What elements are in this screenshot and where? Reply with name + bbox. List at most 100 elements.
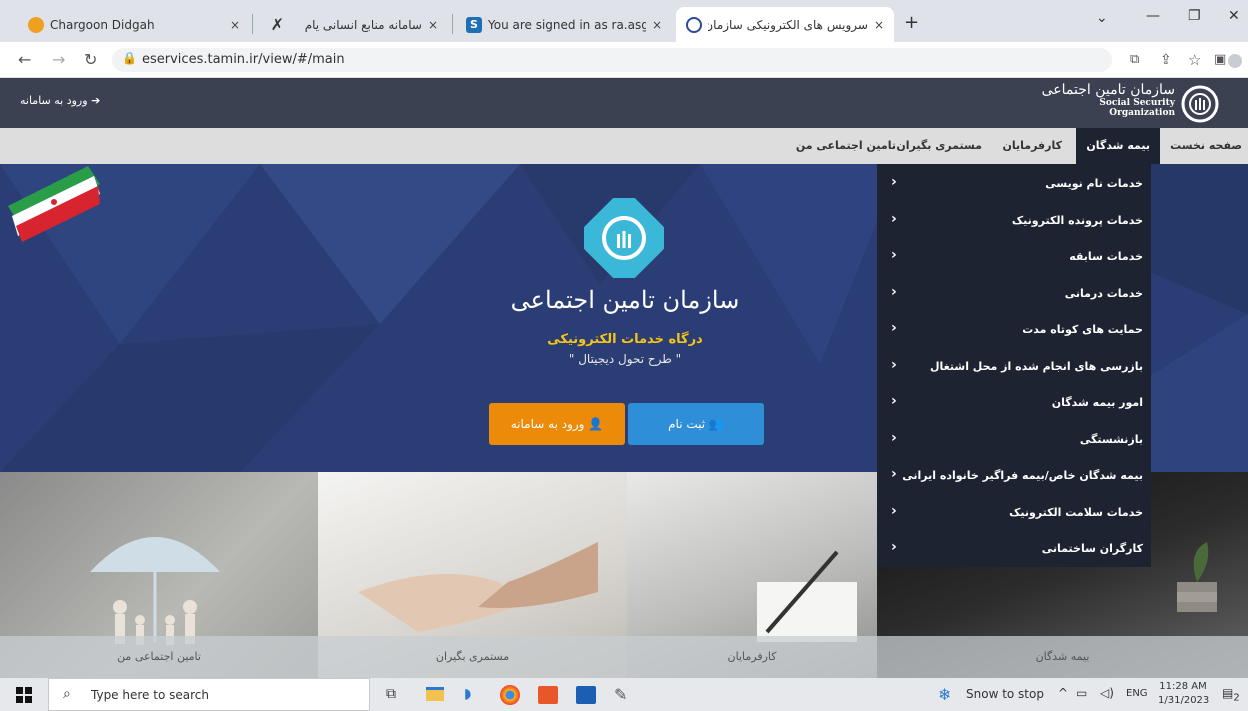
- nav-my-tamin[interactable]: تامین اجتماعی من: [796, 128, 896, 164]
- share-icon[interactable]: ⇪: [1160, 52, 1172, 68]
- close-icon[interactable]: ×: [428, 18, 438, 32]
- nav-employers[interactable]: کارفرمایان: [1003, 128, 1063, 164]
- dropdown-item-label: حمایت های کوتاه مدت: [1022, 323, 1143, 336]
- lock-icon[interactable]: 🔒: [122, 51, 137, 65]
- tab-tamin[interactable]: × سرویس های الکترونیکی سازمان تام: [676, 7, 894, 42]
- file-explorer-icon[interactable]: [426, 687, 444, 701]
- close-icon[interactable]: ×: [874, 18, 884, 32]
- chevron-left-icon: ‹: [891, 210, 897, 227]
- weather-snow-icon: ❄: [938, 685, 952, 704]
- dropdown-item-history[interactable]: خدمات سابقه ‹: [877, 239, 1151, 276]
- browser-tab-strip: Chargoon Didgah × × سامانه منابع انسانی …: [0, 0, 1248, 42]
- notification-count: 2: [1233, 692, 1240, 704]
- minimize-button[interactable]: —: [1146, 8, 1160, 24]
- dropdown-item-label: خدمات درمانی: [1064, 286, 1143, 300]
- url-text[interactable]: eservices.tamin.ir/view/#/main: [142, 52, 345, 67]
- taskbar-clock[interactable]: 11:28 AM 1/31/2023: [1158, 680, 1209, 708]
- chevron-left-icon: ‹: [891, 429, 897, 446]
- language-indicator[interactable]: ENG: [1126, 688, 1148, 699]
- chevron-left-icon: ‹: [891, 502, 897, 519]
- close-icon[interactable]: ×: [230, 18, 240, 32]
- dropdown-item-special-insured[interactable]: بیمه شدگان خاص/بیمه فراگیر خانواده ایران…: [877, 458, 1151, 495]
- app-launcher-icon[interactable]: [538, 686, 558, 704]
- hero-title: سازمان تامین اجتماعی: [510, 286, 740, 314]
- coins-plant-icon: [1177, 542, 1217, 612]
- reload-icon[interactable]: ↻: [84, 50, 97, 69]
- tab-signed-in[interactable]: S You are signed in as ra.asghari ×: [456, 7, 672, 42]
- app-icon[interactable]: ◗: [464, 686, 471, 702]
- tab-hr-system[interactable]: × سامانه منابع انسانی یام ✗: [258, 7, 448, 42]
- dropdown-item-label: خدمات پرونده الکترونیک: [1011, 213, 1143, 227]
- chevron-left-icon: ‹: [891, 320, 897, 336]
- network-icon[interactable]: ▭: [1076, 686, 1087, 700]
- notification-icon[interactable]: ▤2: [1222, 686, 1240, 703]
- hero-tagline: " طرح تحول دیجیتال ": [568, 352, 682, 366]
- dropdown-item-inspections[interactable]: بازرسی های انجام شده از محل اشتغال ‹: [877, 349, 1151, 386]
- tab-separator: [252, 14, 253, 34]
- dropdown-item-medical[interactable]: خدمات درمانی ‹: [877, 276, 1151, 313]
- forward-icon[interactable]: →: [52, 50, 65, 69]
- login-link-label: ورود به سامانه: [20, 94, 88, 107]
- chevron-left-icon: ‹: [891, 283, 897, 300]
- close-icon[interactable]: ×: [652, 18, 662, 32]
- dropdown-item-retirement[interactable]: بازنشستگی ‹: [877, 422, 1151, 459]
- tray-chevron-icon[interactable]: ^: [1058, 686, 1068, 700]
- translate-icon[interactable]: ⧉: [1130, 52, 1139, 67]
- dropdown-item-label: خدمات سلامت الکترونیک: [1009, 505, 1143, 519]
- back-icon[interactable]: ←: [18, 50, 31, 69]
- tab-title: سرویس های الکترونیکی سازمان تام: [708, 17, 868, 32]
- tile-pensioners[interactable]: مستمری بگیران: [318, 472, 627, 678]
- omnibox[interactable]: 🔒 eservices.tamin.ir/view/#/main: [112, 48, 1112, 72]
- tile-caption: مستمری بگیران: [318, 636, 627, 678]
- windows-start-icon[interactable]: [16, 687, 32, 703]
- calendar-app-icon[interactable]: [576, 686, 596, 704]
- dropdown-item-label: بازرسی های انجام شده از محل اشتغال: [930, 359, 1143, 373]
- umbrella-family-icon: [90, 537, 220, 645]
- s-app-icon: S: [466, 16, 482, 33]
- dropdown-item-label: کارگران ساختمانی: [1041, 542, 1143, 555]
- nav-insured[interactable]: بیمه شدگان: [1076, 128, 1160, 164]
- tab-title: You are signed in as ra.asghari: [488, 17, 646, 32]
- dropdown-item-label: امور بیمه شدگان: [1051, 396, 1143, 409]
- dropdown-item-registration[interactable]: خدمات نام نویسی ‹: [877, 166, 1151, 203]
- paint-icon[interactable]: ✎: [614, 685, 627, 704]
- restore-button[interactable]: ❐: [1188, 8, 1201, 24]
- bookmark-star-icon[interactable]: ☆: [1188, 51, 1201, 69]
- taskbar-search-box[interactable]: ⌕ Type here to search: [48, 678, 370, 711]
- register-button[interactable]: 👥 ثبت نام: [628, 403, 764, 445]
- tab-search-icon[interactable]: ⌄: [1096, 10, 1108, 26]
- address-bar-row: ← → ↻ 🔒 eservices.tamin.ir/view/#/main ⧉…: [0, 42, 1248, 78]
- dropdown-item-e-file[interactable]: خدمات پرونده الکترونیک ‹: [877, 203, 1151, 240]
- profile-avatar[interactable]: [1228, 54, 1242, 68]
- tab-chargoon[interactable]: Chargoon Didgah ×: [18, 7, 250, 42]
- chevron-left-icon: ‹: [891, 247, 897, 263]
- dropdown-item-insured-affairs[interactable]: امور بیمه شدگان ‹: [877, 385, 1151, 422]
- register-label: ثبت نام: [668, 417, 706, 431]
- dropdown-item-e-health[interactable]: خدمات سلامت الکترونیک ‹: [877, 495, 1151, 532]
- dropdown-item-label: بازنشستگی: [1079, 432, 1143, 446]
- volume-icon[interactable]: ◁): [1100, 686, 1114, 700]
- tamin-favicon: [686, 16, 702, 33]
- close-window-button[interactable]: ✕: [1228, 8, 1240, 24]
- tile-my-tamin[interactable]: تامین اجتماعی من: [0, 472, 318, 678]
- tile-employers[interactable]: کارفرمایان: [627, 472, 877, 678]
- login-link[interactable]: ➔ ورود به سامانه: [20, 94, 100, 107]
- task-view-icon[interactable]: ⧉: [386, 686, 396, 702]
- chevron-left-icon: ‹: [891, 356, 897, 373]
- hero-login-button[interactable]: 👤 ورود به سامانه: [489, 403, 625, 445]
- iran-flag-icon: [8, 166, 100, 242]
- sidepanel-icon[interactable]: ▣: [1214, 52, 1226, 67]
- clock-time: 11:28 AM: [1159, 681, 1207, 692]
- nav-pensioners[interactable]: مستمری بگیران: [896, 128, 982, 164]
- hero-tamin-logo-icon: [584, 198, 664, 278]
- weather-text[interactable]: Snow to stop: [966, 687, 1044, 701]
- hero-subtitle: درگاه خدمات الکترونیکی: [547, 332, 703, 347]
- add-user-icon: 👥: [708, 417, 724, 431]
- nav-home[interactable]: صفحه نخست: [1170, 128, 1242, 164]
- chevron-left-icon: ‹: [891, 174, 897, 190]
- dropdown-item-short-term[interactable]: حمایت های کوتاه مدت ‹: [877, 312, 1151, 349]
- new-tab-button[interactable]: +: [904, 12, 919, 33]
- chrome-icon[interactable]: [500, 685, 520, 705]
- dropdown-item-construction[interactable]: کارگران ساختمانی ‹: [877, 531, 1151, 568]
- tab-title: سامانه منابع انسانی یام: [304, 17, 422, 32]
